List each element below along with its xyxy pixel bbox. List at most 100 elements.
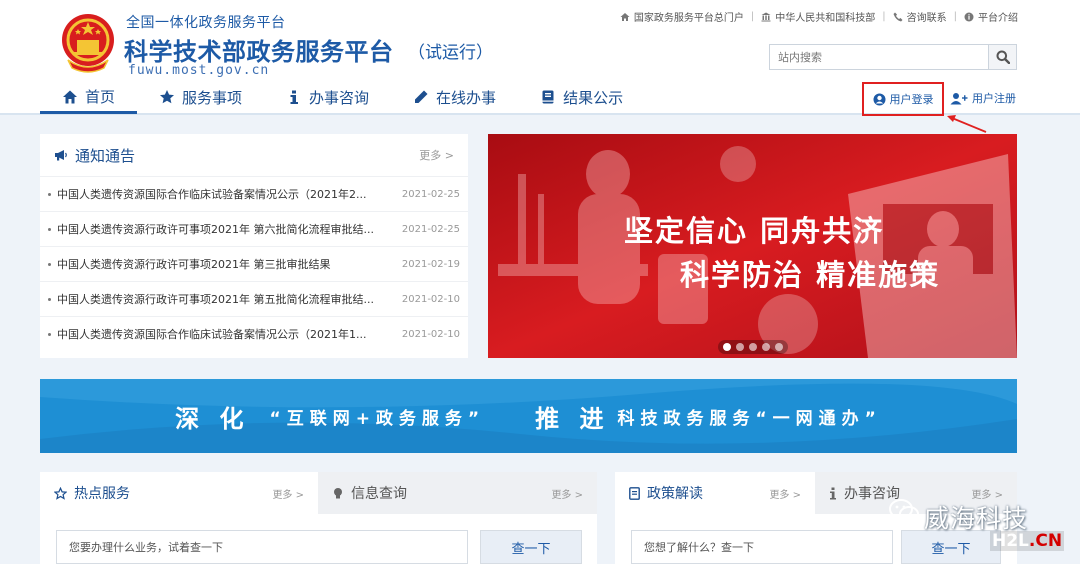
info-icon — [290, 90, 299, 104]
top-links: 国家政务服务平台总门户 | 中华人民共和国科技部 | 咨询联系 | 平台介绍 — [620, 9, 1018, 24]
tab-info-query[interactable]: 信息查询 更多 > — [318, 472, 597, 514]
megaphone-icon — [55, 150, 67, 161]
nav-home[interactable]: 首页 — [40, 82, 138, 114]
slogan-part-2: “互联网+政务服务” — [269, 408, 486, 429]
services-search-button[interactable]: 查一下 — [480, 530, 582, 564]
top-link-label: 国家政务服务平台总门户 — [633, 13, 744, 24]
top-link-national-portal[interactable]: 国家政务服务平台总门户 — [620, 9, 744, 24]
nav-label: 首页 — [85, 88, 116, 106]
bullet — [48, 227, 51, 231]
site-search-input[interactable] — [769, 44, 989, 70]
policy-search-button[interactable]: 查一下 — [901, 530, 1001, 564]
services-tabs: 热点服务 更多 > 信息查询 更多 > — [40, 472, 597, 514]
carousel-dot-1[interactable] — [723, 343, 731, 351]
bullet — [48, 332, 51, 336]
bullet — [48, 297, 51, 301]
nav-services[interactable]: 服务事项 — [137, 82, 264, 112]
wechat-icon — [889, 499, 919, 522]
carousel-dot-5[interactable] — [775, 343, 783, 351]
divider: | — [953, 11, 957, 22]
divider: | — [750, 11, 755, 22]
notice-item-title: 中国人类遗传资源行政许可事项2021年 第五批简化流程审批结... — [57, 293, 374, 306]
tab-label-wrap: 政策解读 — [629, 483, 703, 503]
login-button[interactable]: 用户登录 — [862, 82, 944, 116]
top-link-label: 咨询联系 — [906, 13, 947, 24]
search-button[interactable] — [989, 44, 1017, 70]
policy-search-input[interactable] — [631, 530, 893, 564]
top-link-label: 平台介绍 — [978, 13, 1018, 24]
list-item[interactable]: 中国人类遗传资源国际合作临床试验备案情况公示（2021年1... 2021-02… — [40, 316, 468, 351]
notice-item-title-wrap: 中国人类遗传资源行政许可事项2021年 第三批审批结果 — [48, 256, 384, 272]
notice-item-title-wrap: 中国人类遗传资源行政许可事项2021年 第六批简化流程审批结... — [48, 221, 384, 237]
search-icon — [996, 50, 1010, 64]
user-circle-icon — [873, 93, 885, 105]
notice-item-title-wrap: 中国人类遗传资源行政许可事项2021年 第五批简化流程审批结... — [48, 291, 384, 307]
banner-carousel[interactable]: 坚定信心 同舟共济 科学防治 精准施策 — [488, 134, 1017, 358]
list-item[interactable]: 中国人类遗传资源行政许可事项2021年 第五批简化流程审批结... 2021-0… — [40, 281, 468, 316]
trial-label: （试运行） — [408, 43, 493, 63]
phone-icon — [893, 12, 903, 21]
nav-consultation[interactable]: 办事咨询 — [264, 82, 391, 112]
divider: | — [882, 11, 886, 22]
list-item[interactable]: 中国人类遗传资源行政许可事项2021年 第六批简化流程审批结... 2021-0… — [40, 211, 468, 246]
top-link-contact[interactable]: 咨询联系 — [893, 9, 947, 24]
notice-more-link[interactable]: 更多 > — [419, 147, 454, 163]
book-icon — [542, 90, 554, 104]
carousel-dot-4[interactable] — [762, 343, 770, 351]
register-label: 用户注册 — [972, 92, 1016, 105]
notice-item-title-wrap: 中国人类遗传资源国际合作临床试验备案情况公示（2021年2... — [48, 186, 384, 202]
top-link-label: 中华人民共和国科技部 — [775, 13, 876, 24]
annotation-arrow-icon — [947, 115, 987, 133]
notice-item-title-wrap: 中国人类遗传资源国际合作临床试验备案情况公示（2021年1... — [48, 326, 384, 342]
carousel-dot-2[interactable] — [736, 343, 744, 351]
user-plus-icon — [950, 92, 968, 104]
slogan-part-3: 推 进 — [535, 404, 610, 433]
tab-label-wrap: 热点服务 — [54, 483, 130, 503]
top-link-about[interactable]: 平台介绍 — [964, 9, 1018, 24]
star-outline-icon — [54, 486, 67, 500]
tab-policy-interpretation[interactable]: 政策解读 更多 > — [615, 472, 815, 514]
site-domain: fuwu.most.gov.cn — [128, 63, 270, 78]
pencil-icon — [415, 90, 428, 103]
bullet — [48, 262, 51, 266]
policy-more-link[interactable]: 更多 > — [769, 486, 801, 501]
watermark-site-b: .CN — [1028, 531, 1063, 551]
tab-hot-services[interactable]: 热点服务 更多 > — [40, 472, 318, 514]
nav-label: 在线办事 — [436, 88, 497, 107]
services-panel: 热点服务 更多 > 信息查询 更多 > 查一下 — [40, 472, 597, 564]
tab-label: 信息查询 — [351, 486, 407, 502]
list-item[interactable]: 中国人类遗传资源国际合作临床试验备案情况公示（2021年2... 2021-02… — [40, 176, 468, 211]
login-label: 用户登录 — [889, 93, 934, 106]
slogan-part-4: 科技政务服务“一网通办” — [617, 408, 882, 429]
page-title: 科学技术部政务服务平台 — [124, 38, 394, 66]
info-query-more-link[interactable]: 更多 > — [551, 486, 583, 501]
star-icon — [160, 90, 175, 104]
notice-item-date: 2021-02-10 — [401, 293, 460, 305]
notice-list: 中国人类遗传资源国际合作临床试验备案情况公示（2021年2... 2021-02… — [40, 176, 468, 351]
top-link-most[interactable]: 中华人民共和国科技部 — [761, 9, 875, 24]
info-circle-icon — [964, 12, 974, 21]
platform-subtitle: 全国一体化政务服务平台 — [126, 15, 286, 31]
register-button[interactable]: 用户注册 — [950, 90, 1016, 106]
carousel-indicators — [718, 340, 788, 354]
notice-item-date: 2021-02-25 — [401, 188, 460, 200]
nav-label: 服务事项 — [182, 88, 243, 107]
notice-item-date: 2021-02-10 — [401, 328, 460, 340]
banner-headline-1: 坚定信心 同舟共济 — [624, 214, 885, 248]
hot-services-more-link[interactable]: 更多 > — [272, 486, 304, 501]
tab-label: 热点服务 — [74, 486, 130, 502]
nav-online-handling[interactable]: 在线办事 — [391, 82, 518, 112]
tab-label: 政策解读 — [647, 486, 703, 502]
watermark-site-a: H2L — [992, 531, 1029, 551]
watermark-site: H2L.CN — [990, 531, 1065, 551]
nav-results[interactable]: 结果公示 — [518, 82, 645, 112]
home-icon — [63, 90, 77, 103]
carousel-dot-3[interactable] — [749, 343, 757, 351]
slogan-banner: 深 化 “互联网+政务服务” 推 进 科技政务服务“一网通办” — [40, 379, 1017, 453]
document-icon — [629, 486, 640, 500]
notice-item-date: 2021-02-19 — [401, 258, 460, 270]
slogan-text: 深 化 “互联网+政务服务” 推 进 科技政务服务“一网通办” — [40, 379, 1017, 453]
services-search-input[interactable] — [56, 530, 468, 564]
list-item[interactable]: 中国人类遗传资源行政许可事项2021年 第三批审批结果 2021-02-19 — [40, 246, 468, 281]
notice-item-title: 中国人类遗传资源国际合作临床试验备案情况公示（2021年1... — [57, 328, 367, 341]
